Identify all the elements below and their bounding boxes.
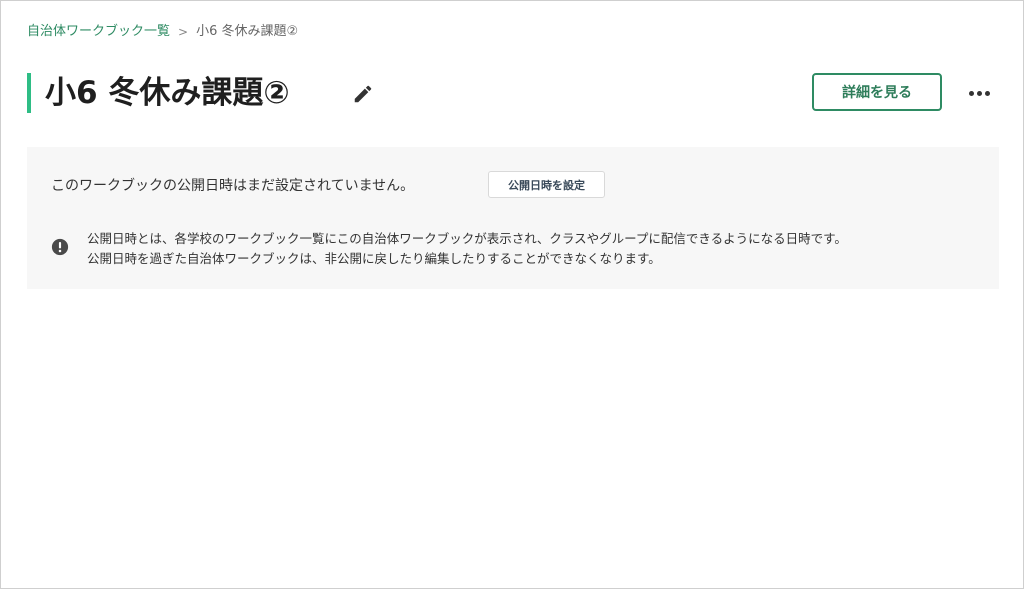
view-details-button[interactable]: 詳細を見る [812, 73, 942, 111]
publish-status-text: このワークブックの公開日時はまだ設定されていません。 [51, 178, 415, 194]
set-publish-date-button[interactable]: 公開日時を設定 [488, 171, 605, 198]
breadcrumb-separator: > [178, 25, 189, 39]
more-horizontal-icon-dot [984, 90, 990, 96]
more-horizontal-icon [968, 90, 974, 96]
edit-title-button[interactable] [349, 80, 377, 108]
publish-settings-panel: このワークブックの公開日時はまだ設定されていません。 公開日時を設定 公開日時と… [27, 147, 999, 289]
breadcrumb-current: 小6 冬休み課題② [196, 24, 299, 39]
breadcrumb: 自治体ワークブック一覧 > 小6 冬休み課題② [27, 23, 298, 41]
exclamation-circle-icon [51, 238, 69, 256]
publish-info-text: 公開日時とは、各学校のワークブック一覧にこの自治体ワークブックが表示され、クラス… [87, 229, 847, 269]
more-horizontal-icon-dot [976, 90, 982, 96]
publish-info-line-2: 公開日時を過ぎた自治体ワークブックは、非公開に戻したり編集したりすることができな… [87, 251, 661, 266]
page-frame: 自治体ワークブック一覧 > 小6 冬休み課題② 小6 冬休み課題② 詳細を見る … [0, 0, 1024, 589]
page-title: 小6 冬休み課題② [45, 75, 290, 111]
more-options-button[interactable] [963, 81, 995, 105]
publish-info-line-1: 公開日時とは、各学校のワークブック一覧にこの自治体ワークブックが表示され、クラス… [87, 231, 847, 246]
breadcrumb-link-workbook-list[interactable]: 自治体ワークブック一覧 [27, 23, 170, 41]
title-accent-bar [27, 73, 31, 113]
pencil-icon [354, 85, 372, 103]
